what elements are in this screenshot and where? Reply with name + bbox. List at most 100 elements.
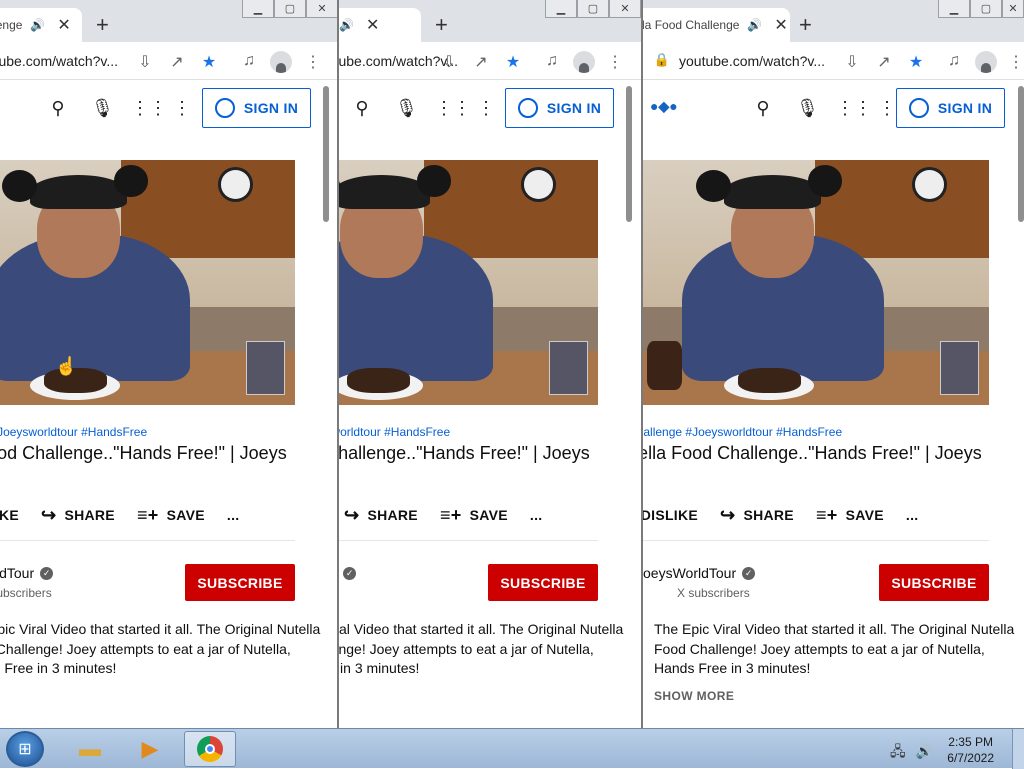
playlist-add-icon: ≡+ bbox=[136, 504, 159, 525]
clock-date: 6/7/2022 bbox=[947, 751, 994, 765]
channel-name[interactable]: JoeysWorldTour✓ bbox=[339, 565, 357, 581]
scrollbar[interactable] bbox=[626, 86, 632, 222]
browser-menu-icon[interactable]: ⋮ bbox=[605, 52, 625, 72]
start-button[interactable]: ⊞ bbox=[6, 731, 44, 767]
scrollbar[interactable] bbox=[1018, 86, 1024, 222]
sign-in-button[interactable]: SIGN IN bbox=[505, 88, 614, 128]
browser-tab[interactable]: Nutella Food Challenge 🔊 ✕ bbox=[643, 8, 790, 42]
save-button[interactable]: ≡+ SAVE bbox=[816, 505, 884, 526]
profile-avatar-icon[interactable] bbox=[975, 51, 997, 73]
new-tab-button[interactable]: + bbox=[799, 12, 812, 38]
youtube-header: ⚲ 🎙 ⋮⋮ ⋮ SIGN IN bbox=[0, 80, 337, 136]
chrome-taskbar-button[interactable] bbox=[184, 731, 236, 767]
show-more-button[interactable]: SHOW MORE bbox=[654, 689, 734, 703]
more-actions-button[interactable]: ... bbox=[227, 507, 240, 523]
more-actions-button[interactable]: ... bbox=[530, 507, 543, 523]
close-window-button[interactable]: ✕ bbox=[306, 0, 337, 18]
search-icon[interactable]: ⚲ bbox=[351, 98, 373, 119]
user-icon bbox=[214, 98, 235, 118]
speaker-icon[interactable]: 🔊 bbox=[339, 18, 354, 32]
settings-menu-icon[interactable]: ⋮ bbox=[876, 98, 898, 119]
share-button[interactable]: ↪ SHARE bbox=[41, 505, 115, 526]
address-bar[interactable]: youtube.com/watch?v... bbox=[0, 53, 118, 69]
system-clock[interactable]: 2:35 PM 6/7/2022 bbox=[947, 734, 994, 766]
close-tab-icon[interactable]: ✕ bbox=[57, 15, 70, 35]
file-explorer-taskbar-button[interactable]: ▬ bbox=[64, 731, 116, 767]
address-bar[interactable]: youtube.com/watch?v... bbox=[679, 53, 825, 69]
media-player-taskbar-button[interactable]: ▶ bbox=[124, 731, 176, 767]
apps-grid-icon[interactable]: ⋮⋮ bbox=[435, 98, 471, 119]
close-window-button[interactable]: ✕ bbox=[1002, 0, 1024, 18]
new-tab-button[interactable]: + bbox=[435, 12, 448, 38]
minimize-button[interactable]: ▁ bbox=[242, 0, 274, 18]
maximize-button[interactable]: ▢ bbox=[970, 0, 1002, 18]
bookmark-star-icon[interactable]: ★ bbox=[906, 52, 926, 72]
volume-icon[interactable]: 🔊 bbox=[916, 743, 933, 759]
microphone-icon[interactable]: 🎙 bbox=[395, 98, 418, 119]
share-page-icon[interactable]: ↗ bbox=[874, 52, 894, 72]
install-icon[interactable]: ⇩ bbox=[135, 52, 155, 72]
video-hashtags[interactable]: #NutellaChallenge #Joeysworldtour #Hands… bbox=[0, 425, 147, 439]
scrollbar[interactable] bbox=[323, 86, 329, 222]
close-window-button[interactable]: ✕ bbox=[609, 0, 641, 18]
close-tab-icon[interactable]: ✕ bbox=[366, 15, 379, 35]
apps-grid-icon[interactable]: ⋮⋮ bbox=[836, 98, 872, 119]
minimize-button[interactable]: ▁ bbox=[545, 0, 577, 18]
subscribe-button[interactable]: SUBSCRIBE bbox=[879, 564, 989, 601]
dislike-button[interactable]: 👎DISLIKE bbox=[0, 505, 19, 526]
media-control-icon[interactable]: ♫ bbox=[239, 52, 259, 70]
channel-name[interactable]: JoeysWorldTour✓ bbox=[643, 565, 756, 581]
microphone-icon[interactable]: 🎙 bbox=[91, 98, 114, 119]
title-bar: 🔊 ✕ + ▁ ▢ ✕ bbox=[339, 0, 641, 42]
dislike-button[interactable]: 👎DISLIKE bbox=[643, 505, 698, 526]
browser-tab[interactable]: 🔊 ✕ bbox=[339, 8, 421, 42]
new-tab-button[interactable]: + bbox=[96, 12, 109, 38]
save-button[interactable]: ≡+ SAVE bbox=[440, 505, 508, 526]
sign-in-button[interactable]: SIGN IN bbox=[896, 88, 1005, 128]
share-button[interactable]: ↪ SHARE bbox=[720, 505, 794, 526]
profile-avatar-icon[interactable] bbox=[270, 51, 292, 73]
microphone-icon[interactable]: 🎙 bbox=[796, 98, 819, 119]
speaker-icon[interactable]: 🔊 bbox=[30, 18, 45, 32]
maximize-button[interactable]: ▢ bbox=[274, 0, 306, 18]
close-tab-icon[interactable]: ✕ bbox=[774, 15, 787, 35]
apps-grid-icon[interactable]: ⋮⋮ bbox=[131, 98, 167, 119]
settings-menu-icon[interactable]: ⋮ bbox=[475, 98, 497, 119]
media-control-icon[interactable]: ♫ bbox=[944, 52, 964, 70]
browser-menu-icon[interactable]: ⋮ bbox=[1006, 52, 1024, 72]
profile-avatar-icon[interactable] bbox=[573, 51, 595, 73]
media-control-icon[interactable]: ♫ bbox=[542, 52, 562, 70]
search-icon[interactable]: ⚲ bbox=[752, 98, 774, 119]
browser-tab[interactable]: Nutella Food Challenge 🔊 ✕ bbox=[0, 8, 82, 42]
browser-menu-icon[interactable]: ⋮ bbox=[303, 52, 323, 72]
bookmark-star-icon[interactable]: ★ bbox=[503, 52, 523, 72]
subscribe-button[interactable]: SUBSCRIBE bbox=[185, 564, 295, 601]
speaker-icon[interactable]: 🔊 bbox=[747, 18, 762, 32]
share-page-icon[interactable]: ↗ bbox=[167, 52, 187, 72]
taskbar: ⊞ ▬ ▶ 🖧 🔊 2:35 PM 6/7/2022 bbox=[0, 728, 1024, 769]
more-actions-button[interactable]: ... bbox=[906, 507, 919, 523]
video-hashtags[interactable]: #NutellaChallenge #Joeysworldtour #Hands… bbox=[643, 425, 842, 439]
settings-menu-icon[interactable]: ⋮ bbox=[171, 98, 193, 119]
video-actions: 👎DISLIKE ↪SHARE ≡+SAVE ... bbox=[643, 504, 940, 526]
video-description: The Epic Viral Video that started it all… bbox=[654, 621, 1015, 676]
video-player[interactable] bbox=[339, 160, 598, 405]
video-player[interactable] bbox=[643, 160, 989, 405]
video-hashtags[interactable]: #NutellaChallenge #Joeysworldtour #Hands… bbox=[339, 425, 450, 439]
save-button[interactable]: ≡+ SAVE bbox=[137, 505, 205, 526]
video-player[interactable] bbox=[0, 160, 295, 405]
install-icon[interactable]: ⇩ bbox=[439, 52, 459, 72]
channel-logo-icon[interactable]: ●◆● bbox=[650, 98, 678, 115]
share-button[interactable]: ↪ SHARE bbox=[344, 505, 418, 526]
show-desktop-button[interactable] bbox=[1012, 729, 1024, 769]
bookmark-star-icon[interactable]: ★ bbox=[199, 52, 219, 72]
subscribe-button[interactable]: SUBSCRIBE bbox=[488, 564, 598, 601]
minimize-button[interactable]: ▁ bbox=[938, 0, 970, 18]
share-page-icon[interactable]: ↗ bbox=[471, 52, 491, 72]
network-icon[interactable]: 🖧 bbox=[890, 743, 906, 759]
search-icon[interactable]: ⚲ bbox=[47, 98, 69, 119]
maximize-button[interactable]: ▢ bbox=[577, 0, 609, 18]
channel-name[interactable]: JoeysWorldTour✓ bbox=[0, 565, 54, 581]
install-icon[interactable]: ⇩ bbox=[842, 52, 862, 72]
sign-in-button[interactable]: SIGN IN bbox=[202, 88, 311, 128]
